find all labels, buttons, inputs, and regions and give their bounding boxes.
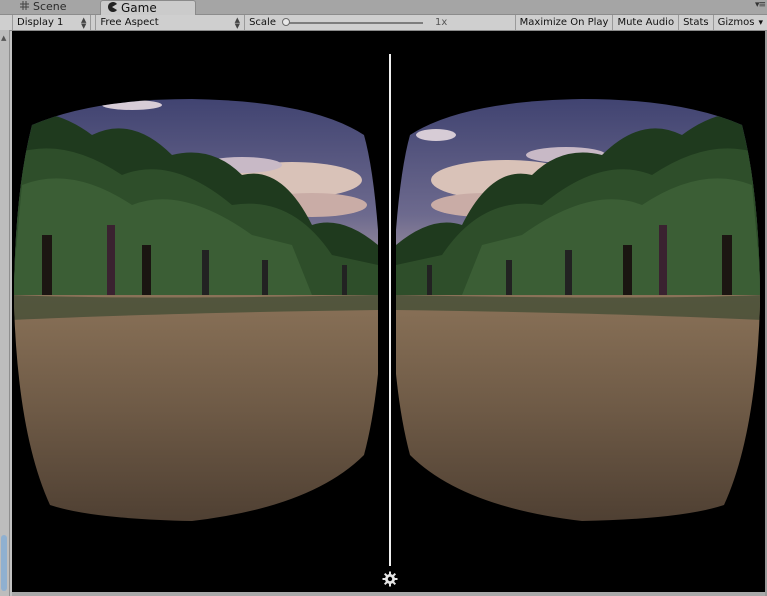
- scale-label: Scale: [249, 17, 276, 28]
- scroll-up-icon[interactable]: ▲: [1, 34, 6, 42]
- tab-game-label: Game: [121, 1, 157, 15]
- dropdown-arrows-icon: ▲ ▼: [234, 15, 241, 30]
- stats-toggle[interactable]: Stats: [679, 15, 714, 30]
- display-dropdown-label: Display 1: [17, 17, 64, 28]
- game-viewport[interactable]: [12, 31, 765, 592]
- aspect-dropdown[interactable]: Free Aspect ▲ ▼: [95, 15, 246, 30]
- bottom-border: [12, 592, 765, 596]
- scale-control: Scale 1x: [245, 15, 515, 30]
- scale-slider[interactable]: [281, 17, 423, 26]
- grid-icon: [20, 0, 29, 14]
- game-toolbar: Display 1 ▲ ▼ Free Aspect ▲ ▼ Scale 1x Max…: [0, 15, 767, 31]
- tab-bar: Scene Game ▾≡: [0, 0, 767, 15]
- tab-scene-label: Scene: [33, 0, 67, 13]
- scale-value: 1x: [434, 17, 448, 28]
- gizmos-label: Gizmos: [717, 17, 755, 28]
- dropdown-arrows-icon: ▲ ▼: [80, 15, 87, 30]
- vr-right-eye-view: [396, 99, 760, 521]
- gear-icon[interactable]: [382, 571, 398, 587]
- tab-game[interactable]: Game: [100, 0, 196, 15]
- left-scrollbar[interactable]: ▲: [0, 30, 10, 596]
- tab-menu-icon[interactable]: ▾≡: [755, 0, 766, 14]
- display-dropdown[interactable]: Display 1 ▲ ▼: [12, 15, 92, 30]
- scrollbar-thumb[interactable]: [1, 535, 7, 591]
- aspect-dropdown-label: Free Aspect: [100, 17, 159, 28]
- tab-scene[interactable]: Scene: [14, 0, 96, 14]
- chevron-down-icon: ▾: [758, 17, 763, 28]
- pacman-icon: [107, 1, 117, 15]
- vr-left-eye-view: [14, 99, 378, 521]
- maximize-on-play-toggle[interactable]: Maximize On Play: [514, 15, 614, 30]
- vr-divider-line: [389, 54, 391, 566]
- mute-audio-toggle[interactable]: Mute Audio: [613, 15, 680, 30]
- gizmos-dropdown[interactable]: Gizmos ▾: [714, 15, 767, 30]
- scale-slider-thumb[interactable]: [281, 17, 290, 26]
